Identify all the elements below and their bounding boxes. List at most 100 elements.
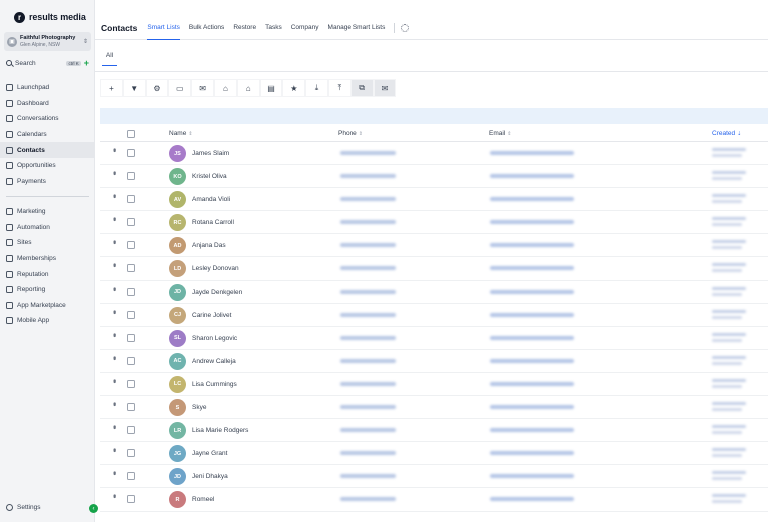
row-menu-icon[interactable]: ••• (110, 333, 119, 335)
tab-all[interactable]: All (102, 52, 117, 66)
review-button[interactable]: ★ (282, 79, 306, 97)
import-button[interactable]: ⤓ (305, 79, 328, 97)
row-checkbox[interactable] (127, 379, 135, 388)
table-row[interactable]: ••• JD Jayde Denkgelen (100, 281, 768, 304)
contact-name[interactable]: Rotana Carroll (192, 219, 234, 226)
table-row[interactable]: ••• R Romeel (100, 488, 768, 512)
row-menu-icon[interactable]: ••• (110, 310, 119, 312)
row-menu-icon[interactable]: ••• (110, 494, 119, 496)
export-button[interactable]: ⤒ (327, 79, 351, 97)
tab-bulk-actions[interactable]: Bulk Actions (189, 16, 224, 40)
row-checkbox[interactable] (127, 172, 135, 181)
row-checkbox[interactable] (127, 287, 135, 296)
row-menu-icon[interactable]: ••• (110, 194, 119, 196)
row-checkbox[interactable] (127, 241, 135, 250)
row-checkbox[interactable] (127, 333, 135, 342)
contact-name[interactable]: Carine Jolivet (192, 312, 231, 319)
table-row[interactable]: ••• KO Kristel Oliva (100, 165, 768, 189)
row-checkbox[interactable] (127, 449, 135, 458)
settings-gear-icon[interactable] (401, 23, 410, 32)
row-menu-icon[interactable]: ••• (110, 171, 119, 173)
row-checkbox[interactable] (127, 310, 135, 319)
row-menu-icon[interactable]: ••• (110, 402, 119, 404)
contact-name[interactable]: James Slaim (192, 150, 229, 157)
verify-email-button[interactable]: ✉ (373, 79, 397, 97)
brand-logo[interactable]: r results media (14, 10, 86, 24)
filter-button[interactable]: ▼ (122, 79, 146, 97)
row-checkbox[interactable] (127, 195, 135, 204)
table-row[interactable]: ••• RC Rotana Carroll (100, 211, 768, 235)
row-checkbox[interactable] (127, 149, 135, 157)
row-menu-icon[interactable]: ••• (110, 356, 119, 358)
contact-name[interactable]: Jeni Dhakya (192, 473, 228, 480)
sidebar-item-contacts[interactable]: Contacts (0, 142, 95, 158)
table-row[interactable]: ••• LC Lisa Cummings (100, 373, 768, 397)
sidebar-item-reputation[interactable]: Reputation (0, 266, 95, 282)
sms-button[interactable]: ▭ (168, 79, 192, 97)
contact-name[interactable]: Jayde Denkgelen (192, 289, 242, 296)
sidebar-item-dashboard[interactable]: Dashboard (0, 96, 95, 112)
table-row[interactable]: ••• SL Sharon Legovic (100, 327, 768, 350)
add-contact-button[interactable]: + (100, 79, 123, 97)
row-checkbox[interactable] (127, 426, 135, 435)
row-checkbox[interactable] (127, 403, 135, 412)
sidebar-item-reporting[interactable]: Reporting (0, 282, 95, 298)
row-checkbox[interactable] (127, 356, 135, 365)
row-menu-icon[interactable]: ••• (110, 148, 119, 150)
row-checkbox[interactable] (127, 495, 135, 504)
tab-tasks[interactable]: Tasks (265, 16, 282, 40)
sidebar-item-app-marketplace[interactable]: App Marketplace (0, 298, 95, 314)
merge-button[interactable]: ⧉ (350, 79, 374, 97)
row-menu-icon[interactable]: ••• (110, 217, 119, 219)
row-menu-icon[interactable]: ••• (110, 263, 119, 265)
contact-name[interactable]: Skye (192, 404, 206, 411)
column-email[interactable]: Email ⇕ (489, 130, 511, 137)
sidebar-item-marketing[interactable]: Marketing (0, 204, 95, 220)
delete-button[interactable]: ▤ (259, 79, 283, 97)
contact-name[interactable]: Lesley Donovan (192, 265, 239, 272)
settings-link[interactable]: Settings (6, 504, 41, 511)
tab-manage-smart-lists[interactable]: Manage Smart Lists (328, 16, 386, 40)
account-switcher[interactable]: ▣ Faithful Photography Glen Alpine, NSW … (4, 32, 91, 51)
sidebar-item-payments[interactable]: Payments (0, 174, 95, 190)
table-row[interactable]: ••• LR Lisa Marie Rodgers (100, 419, 768, 443)
column-phone[interactable]: Phone ⇕ (338, 130, 363, 137)
contact-name[interactable]: Anjana Das (192, 242, 226, 249)
row-menu-icon[interactable]: ••• (110, 379, 119, 381)
contact-name[interactable]: Lisa Marie Rodgers (192, 427, 248, 434)
sidebar-item-opportunities[interactable]: Opportunities (0, 158, 95, 174)
table-row[interactable]: ••• AC Andrew Calleja (100, 350, 768, 373)
table-row[interactable]: ••• JD Jeni Dhakya (100, 465, 768, 489)
contact-name[interactable]: Andrew Calleja (192, 358, 236, 365)
sidebar-item-automation[interactable]: Automation (0, 220, 95, 236)
tab-smart-lists[interactable]: Smart Lists (147, 16, 180, 40)
add-tag-button[interactable]: ⌂ (213, 79, 237, 97)
row-menu-icon[interactable]: ••• (110, 448, 119, 450)
row-menu-icon[interactable]: ••• (110, 425, 119, 427)
table-row[interactable]: ••• LD Lesley Donovan (100, 257, 768, 281)
sidebar-item-memberships[interactable]: Memberships (0, 251, 95, 267)
row-checkbox[interactable] (127, 472, 135, 481)
sidebar-item-launchpad[interactable]: Launchpad (0, 80, 95, 96)
table-row[interactable]: ••• AV Amanda Violi (100, 188, 768, 212)
sidebar-item-mobile-app[interactable]: Mobile App (0, 313, 95, 329)
quick-add-icon[interactable]: + (84, 59, 89, 68)
table-row[interactable]: ••• JS James Slaim (100, 142, 768, 166)
sidebar-item-calendars[interactable]: Calendars (0, 127, 95, 143)
contact-name[interactable]: Sharon Legovic (192, 335, 237, 342)
row-menu-icon[interactable]: ••• (110, 240, 119, 242)
contact-name[interactable]: Lisa Cummings (192, 381, 237, 388)
table-row[interactable]: ••• CJ Carine Jolivet (100, 304, 768, 327)
table-row[interactable]: ••• S Skye (100, 396, 768, 420)
column-created[interactable]: Created ⇣ (712, 130, 741, 137)
column-name[interactable]: Name ⇕ (169, 130, 193, 137)
contact-name[interactable]: Jayne Grant (192, 450, 227, 457)
tab-restore[interactable]: Restore (233, 16, 256, 40)
sidebar-item-sites[interactable]: Sites (0, 235, 95, 251)
row-checkbox[interactable] (127, 264, 135, 273)
email-button[interactable]: ✉ (191, 79, 214, 97)
contact-name[interactable]: Kristel Oliva (192, 173, 227, 180)
table-row[interactable]: ••• AD Anjana Das (100, 234, 768, 258)
select-all-checkbox[interactable] (127, 130, 135, 138)
table-row[interactable]: ••• JG Jayne Grant (100, 442, 768, 466)
